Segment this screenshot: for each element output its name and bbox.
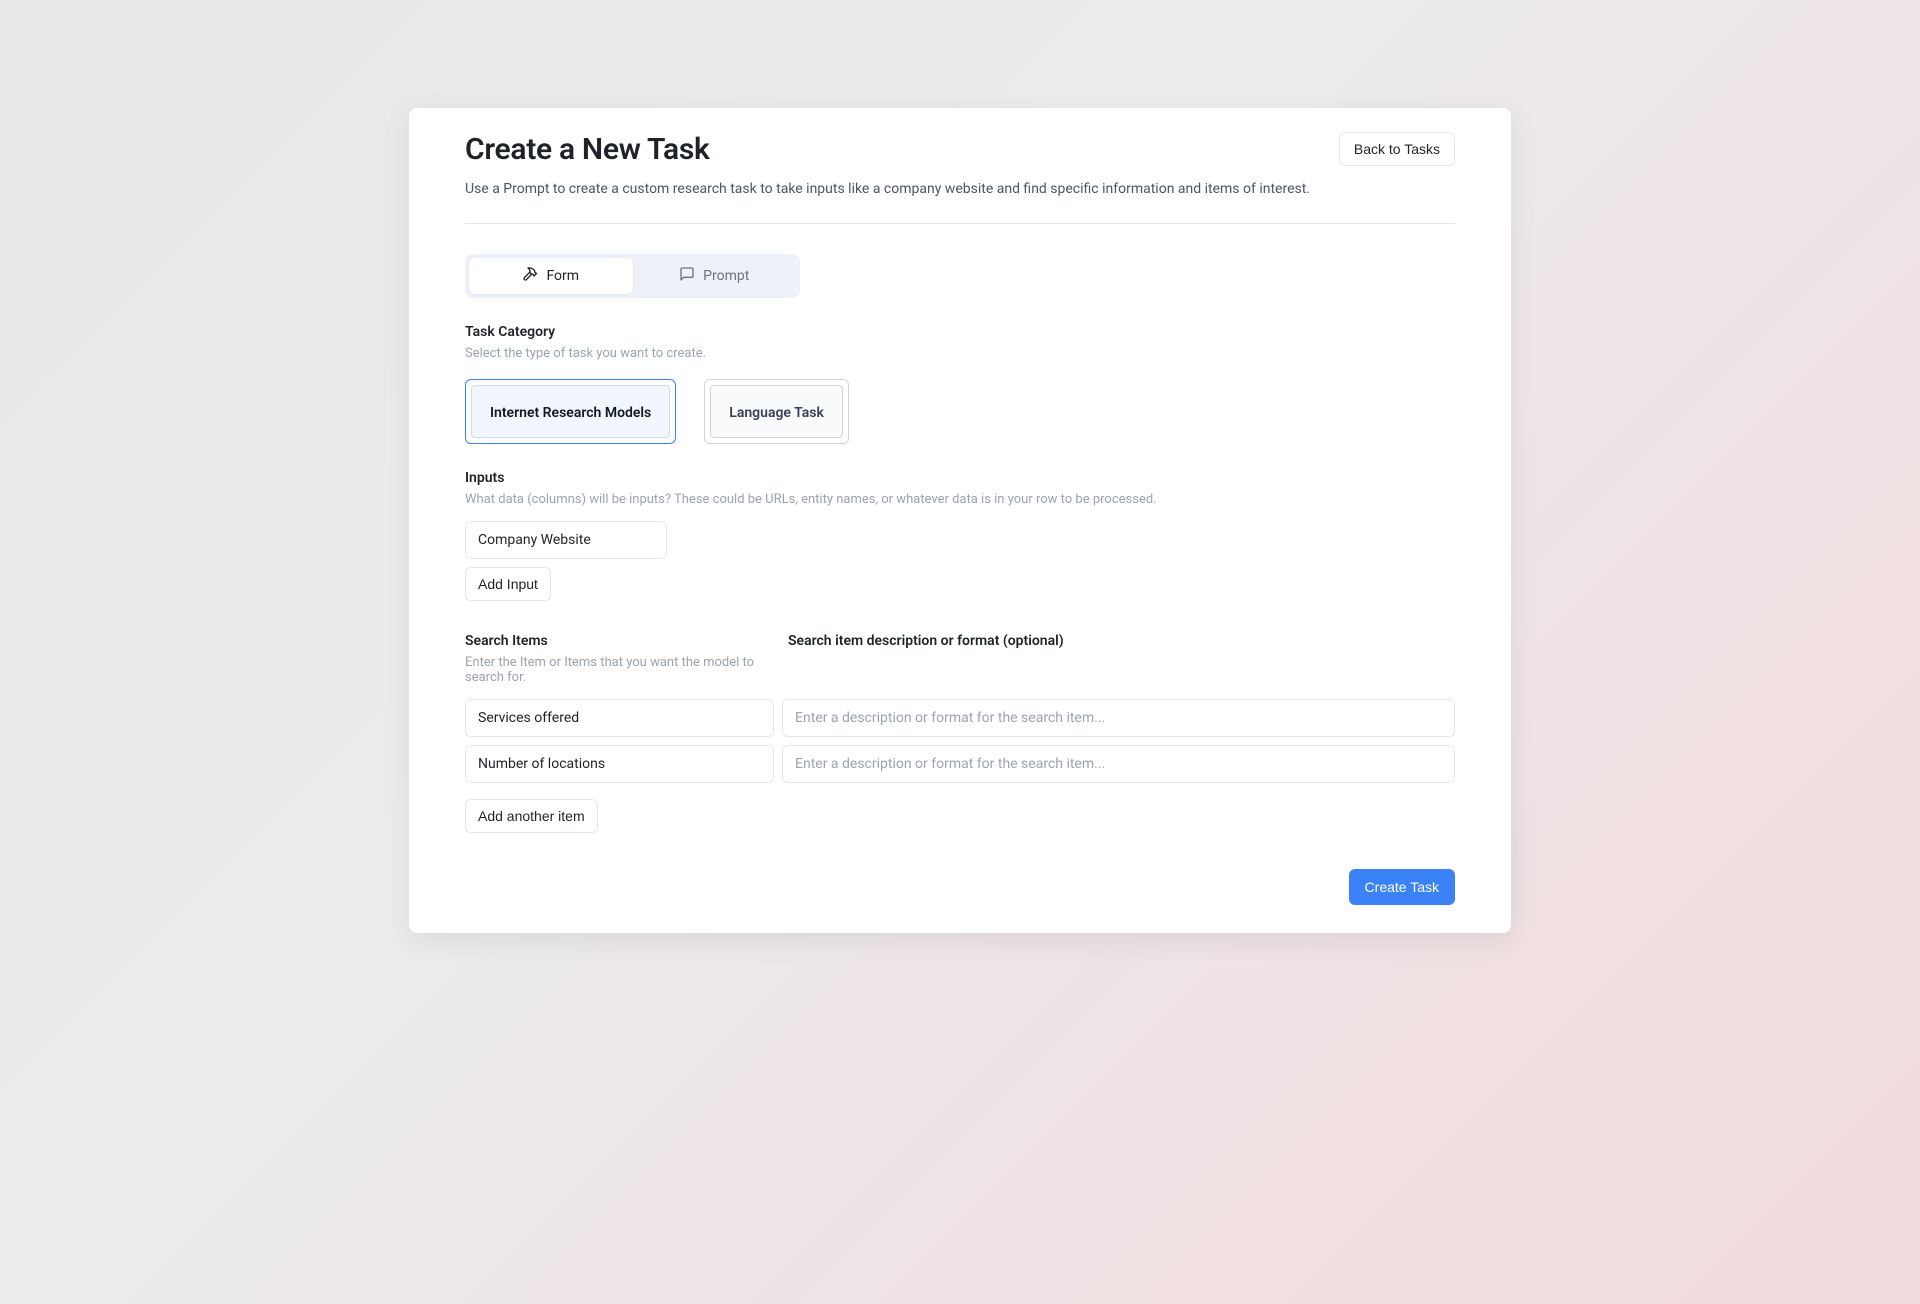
category-card-inner: Language Task	[710, 385, 843, 438]
search-rows	[465, 699, 1455, 783]
tab-form[interactable]: Form	[469, 258, 633, 294]
search-items-desc: Enter the Item or Items that you want th…	[465, 655, 774, 685]
add-another-item-button[interactable]: Add another item	[465, 799, 598, 833]
search-desc-input[interactable]	[782, 699, 1455, 737]
category-card-inner: Internet Research Models	[471, 385, 670, 438]
create-task-card: Create a New Task Back to Tasks Use a Pr…	[409, 108, 1511, 933]
inputs-desc: What data (columns) will be inputs? Thes…	[465, 492, 1455, 507]
search-desc-title: Search item description or format (optio…	[788, 633, 1455, 649]
divider	[465, 223, 1455, 224]
category-label: Language Task	[729, 405, 824, 421]
create-task-button[interactable]: Create Task	[1349, 869, 1455, 905]
task-category-desc: Select the type of task you want to crea…	[465, 346, 1455, 361]
category-internet-research-models[interactable]: Internet Research Models	[465, 379, 676, 444]
back-to-tasks-button[interactable]: Back to Tasks	[1339, 132, 1455, 166]
page-title: Create a New Task	[465, 132, 710, 167]
category-language-task[interactable]: Language Task	[704, 379, 849, 444]
task-category-options: Internet Research Models Language Task	[465, 379, 1455, 444]
add-input-button[interactable]: Add Input	[465, 567, 551, 601]
tab-prompt-label: Prompt	[703, 268, 749, 284]
tab-form-label: Form	[546, 268, 579, 284]
category-label: Internet Research Models	[490, 405, 651, 421]
search-row	[465, 745, 1455, 783]
inputs-title: Inputs	[465, 470, 1455, 486]
search-items-section: Search Items Enter the Item or Items tha…	[465, 633, 1455, 833]
page-description: Use a Prompt to create a custom research…	[465, 181, 1455, 197]
footer-row: Create Task	[465, 869, 1455, 905]
search-items-title: Search Items	[465, 633, 774, 649]
search-item-input[interactable]	[465, 699, 774, 737]
hammer-icon	[522, 266, 538, 286]
tab-prompt[interactable]: Prompt	[633, 258, 797, 294]
tabs-container: Form Prompt	[465, 254, 800, 298]
card-header: Create a New Task Back to Tasks	[465, 132, 1455, 167]
search-header-row: Search Items Enter the Item or Items tha…	[465, 633, 1455, 685]
inputs-section: Inputs What data (columns) will be input…	[465, 470, 1455, 601]
search-row	[465, 699, 1455, 737]
task-category-title: Task Category	[465, 324, 1455, 340]
message-square-icon	[679, 266, 695, 286]
input-field-company-website[interactable]	[465, 521, 667, 559]
search-item-input[interactable]	[465, 745, 774, 783]
search-desc-input[interactable]	[782, 745, 1455, 783]
task-category-section: Task Category Select the type of task yo…	[465, 324, 1455, 444]
